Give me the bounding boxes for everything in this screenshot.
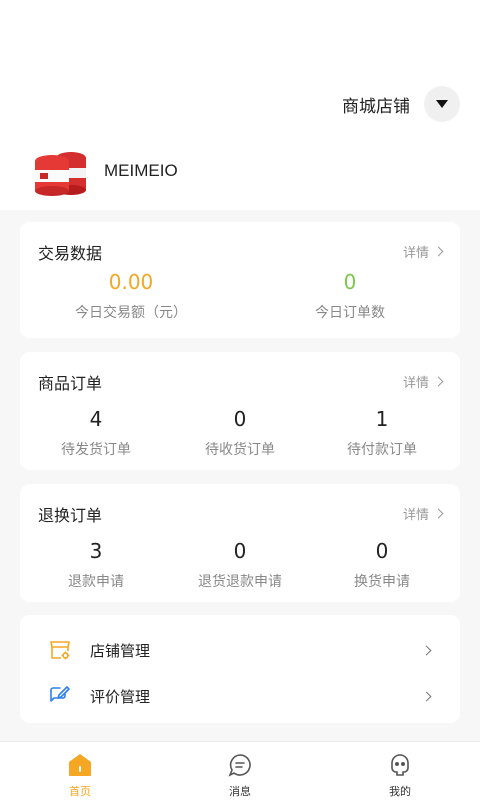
exchange-requests-label: 换货申请 bbox=[354, 574, 410, 590]
today-revenue-label: 今日交易额（元） bbox=[75, 305, 187, 321]
shop-info: MEIMEIO bbox=[34, 146, 178, 196]
tab-messages-label: 消息 bbox=[229, 785, 251, 798]
chevron-right-icon bbox=[433, 376, 444, 387]
bottom-tab-bar: 首页 消息 我的 bbox=[0, 741, 480, 800]
refund-requests-value: 3 bbox=[89, 539, 103, 563]
stat-to-receive[interactable]: 0 待收货订单 bbox=[180, 407, 300, 459]
to-pay-label: 待付款订单 bbox=[347, 442, 417, 458]
store-name[interactable]: 商城店铺 bbox=[342, 92, 410, 117]
store-management-label: 店铺管理 bbox=[90, 641, 151, 660]
stat-exchange-requests[interactable]: 0 换货申请 bbox=[322, 539, 442, 591]
today-revenue-value: 0.00 bbox=[108, 270, 154, 294]
today-orders-label: 今日订单数 bbox=[315, 305, 385, 321]
trade-detail-label: 详情 bbox=[402, 246, 429, 261]
tab-home[interactable]: 首页 bbox=[0, 742, 160, 800]
return-refund-value: 0 bbox=[233, 539, 247, 563]
stat-to-ship[interactable]: 4 待发货订单 bbox=[36, 407, 156, 459]
refund-orders-title: 退换订单 bbox=[38, 506, 103, 525]
store-settings-icon bbox=[48, 638, 72, 662]
to-receive-value: 0 bbox=[233, 407, 247, 431]
stat-refund-requests[interactable]: 3 退款申请 bbox=[36, 539, 156, 591]
menu-item-review-management[interactable]: 评价管理 bbox=[20, 673, 460, 719]
chevron-right-icon bbox=[433, 246, 444, 257]
to-pay-value: 1 bbox=[375, 407, 389, 431]
tab-profile-label: 我的 bbox=[389, 785, 411, 798]
stat-today-orders[interactable]: 0 今日订单数 bbox=[275, 270, 425, 322]
refunds-detail-label: 详情 bbox=[402, 508, 429, 523]
review-management-label: 评价管理 bbox=[90, 687, 151, 706]
product-orders-title: 商品订单 bbox=[38, 374, 103, 393]
chevron-right-icon bbox=[433, 508, 444, 519]
edit-comment-icon bbox=[48, 684, 72, 708]
tab-profile[interactable]: 我的 bbox=[320, 742, 480, 800]
return-refund-label: 退货退款申请 bbox=[198, 574, 282, 590]
shop-name: MEIMEIO bbox=[104, 161, 178, 180]
profile-icon bbox=[391, 754, 409, 776]
today-orders-value: 0 bbox=[343, 270, 357, 294]
stat-today-revenue[interactable]: 0.00 今日交易额（元） bbox=[56, 270, 206, 322]
to-ship-value: 4 bbox=[89, 407, 103, 431]
store-switcher[interactable]: 商城店铺 bbox=[342, 86, 460, 122]
store-dropdown-button[interactable] bbox=[424, 86, 460, 122]
menu-item-store-management[interactable]: 店铺管理 bbox=[20, 627, 460, 673]
orders-detail-label: 详情 bbox=[402, 376, 429, 391]
exchange-requests-value: 0 bbox=[375, 539, 389, 563]
home-icon bbox=[69, 754, 91, 776]
chevron-right-icon bbox=[421, 645, 432, 655]
refunds-detail-link[interactable]: 详情 bbox=[402, 504, 444, 523]
management-menu: 店铺管理 评价管理 bbox=[20, 615, 460, 723]
message-icon bbox=[228, 754, 251, 777]
stat-to-pay[interactable]: 1 待付款订单 bbox=[322, 407, 442, 459]
caret-down-icon bbox=[436, 100, 448, 108]
shop-logo bbox=[34, 146, 92, 196]
to-receive-label: 待收货订单 bbox=[205, 442, 275, 458]
tab-home-label: 首页 bbox=[69, 785, 91, 798]
refund-requests-label: 退款申请 bbox=[68, 574, 124, 590]
orders-detail-link[interactable]: 详情 bbox=[402, 372, 444, 391]
to-ship-label: 待发货订单 bbox=[61, 442, 131, 458]
stat-return-refund-requests[interactable]: 0 退货退款申请 bbox=[180, 539, 300, 591]
trade-detail-link[interactable]: 详情 bbox=[402, 242, 444, 261]
tab-messages[interactable]: 消息 bbox=[160, 742, 320, 800]
trade-data-card: 交易数据 详情 0.00 今日交易额（元） 0 今日订单数 bbox=[20, 222, 460, 338]
trade-data-title: 交易数据 bbox=[38, 244, 103, 263]
refund-orders-card: 退换订单 详情 3 退款申请 0 退货退款申请 0 换货申请 bbox=[20, 484, 460, 602]
product-orders-card: 商品订单 详情 4 待发货订单 0 待收货订单 1 待付款订单 bbox=[20, 352, 460, 470]
chevron-right-icon bbox=[421, 691, 432, 701]
